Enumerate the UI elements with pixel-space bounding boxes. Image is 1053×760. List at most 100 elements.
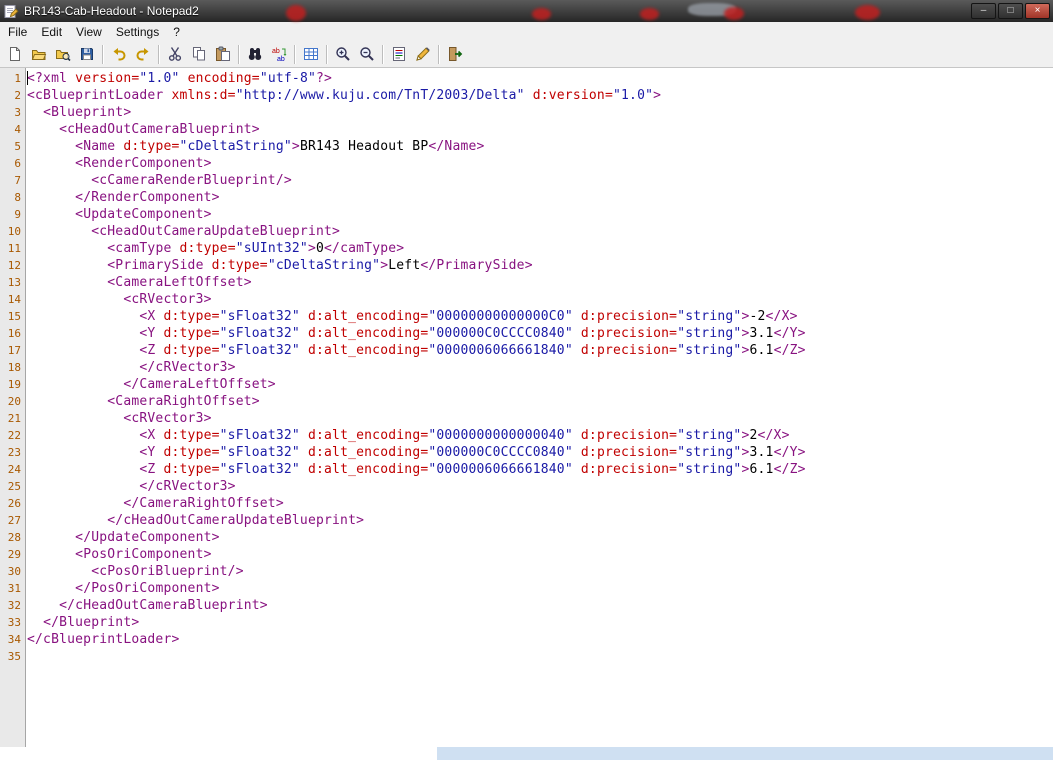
code-line-2: <cBlueprintLoader xmlns:d="http://www.ku… [27, 87, 1053, 104]
menu-help[interactable]: ? [166, 23, 187, 41]
code-line-18: </cRVector3> [27, 359, 1053, 376]
code-line-24: <Z d:type="sFloat32" d:alt_encoding="000… [27, 461, 1053, 478]
code-line-21: <cRVector3> [27, 410, 1053, 427]
code-line-17: <Z d:type="sFloat32" d:alt_encoding="000… [27, 342, 1053, 359]
toolbar-separator [438, 45, 440, 64]
customize-scheme-icon [415, 46, 431, 62]
bottom-strip-right [437, 747, 1053, 760]
code-line-20: <CameraRightOffset> [27, 393, 1053, 410]
exit-button[interactable] [443, 43, 467, 66]
view-scheme-icon [391, 46, 407, 62]
zoom-out-button[interactable] [355, 43, 379, 66]
view-scheme-button[interactable] [387, 43, 411, 66]
undo-icon [111, 46, 127, 62]
line-number: 23 [0, 444, 21, 461]
code-line-32: </cHeadOutCameraBlueprint> [27, 597, 1053, 614]
redaction-mark [855, 5, 880, 20]
code-line-10: <cHeadOutCameraUpdateBlueprint> [27, 223, 1053, 240]
window-titlebar[interactable]: BR143-Cab-Headout - Notepad2 – □ × [0, 0, 1053, 22]
save-file-icon [79, 46, 95, 62]
line-number: 26 [0, 495, 21, 512]
line-number: 18 [0, 359, 21, 376]
line-number: 16 [0, 325, 21, 342]
line-number: 24 [0, 461, 21, 478]
cut-icon [167, 46, 183, 62]
line-number: 28 [0, 529, 21, 546]
menu-view[interactable]: View [69, 23, 109, 41]
code-line-4: <cHeadOutCameraBlueprint> [27, 121, 1053, 138]
zoom-in-button[interactable] [331, 43, 355, 66]
line-number: 9 [0, 206, 21, 223]
exit-icon [447, 46, 463, 62]
line-number: 34 [0, 631, 21, 648]
text-caret [27, 71, 28, 85]
line-number: 6 [0, 155, 21, 172]
code-line-27: </cHeadOutCameraUpdateBlueprint> [27, 512, 1053, 529]
paste-icon [215, 46, 231, 62]
editor-surface[interactable]: <?xml version="1.0" encoding="utf-8"?><c… [26, 68, 1053, 747]
line-number: 11 [0, 240, 21, 257]
code-line-30: <cPosOriBlueprint/> [27, 563, 1053, 580]
zoom-in-icon [335, 46, 351, 62]
line-number: 1 [0, 70, 21, 87]
code-line-14: <cRVector3> [27, 291, 1053, 308]
code-line-6: <RenderComponent> [27, 155, 1053, 172]
toolbar-separator [238, 45, 240, 64]
menu-bar: FileEditViewSettings? [0, 22, 1053, 41]
open-file-button[interactable] [27, 43, 51, 66]
window-title: BR143-Cab-Headout - Notepad2 [24, 4, 199, 18]
paste-button[interactable] [211, 43, 235, 66]
code-line-8: </RenderComponent> [27, 189, 1053, 206]
svg-text:ab: ab [277, 56, 285, 62]
editor: 1234567891011121314151617181920212223242… [0, 68, 1053, 747]
open-file-icon [31, 46, 47, 62]
code-line-3: <Blueprint> [27, 104, 1053, 121]
code-line-26: </CameraRightOffset> [27, 495, 1053, 512]
word-wrap-button[interactable] [299, 43, 323, 66]
menu-edit[interactable]: Edit [34, 23, 69, 41]
undo-button[interactable] [107, 43, 131, 66]
line-number: 22 [0, 427, 21, 444]
line-number: 4 [0, 121, 21, 138]
line-number-gutter[interactable]: 1234567891011121314151617181920212223242… [0, 68, 26, 747]
copy-icon [191, 46, 207, 62]
line-number: 33 [0, 614, 21, 631]
customize-scheme-button[interactable] [411, 43, 435, 66]
new-file-icon [7, 46, 23, 62]
toolbar-separator [102, 45, 104, 64]
redaction-mark [724, 7, 744, 20]
redo-button[interactable] [131, 43, 155, 66]
line-number: 12 [0, 257, 21, 274]
line-number: 27 [0, 512, 21, 529]
line-number: 29 [0, 546, 21, 563]
menu-file[interactable]: File [1, 23, 34, 41]
line-number: 25 [0, 478, 21, 495]
cut-button[interactable] [163, 43, 187, 66]
replace-icon: abab [271, 46, 287, 62]
code-line-15: <X d:type="sFloat32" d:alt_encoding="000… [27, 308, 1053, 325]
close-button[interactable]: × [1025, 3, 1050, 19]
find-button[interactable] [243, 43, 267, 66]
new-file-button[interactable] [3, 43, 27, 66]
code-line-7: <cCameraRenderBlueprint/> [27, 172, 1053, 189]
browse-files-button[interactable] [51, 43, 75, 66]
code-line-5: <Name d:type="cDeltaString">BR143 Headou… [27, 138, 1053, 155]
code-line-9: <UpdateComponent> [27, 206, 1053, 223]
maximize-button[interactable]: □ [998, 3, 1023, 19]
toolbar: abab [0, 41, 1053, 68]
svg-text:ab: ab [272, 48, 280, 55]
line-number: 7 [0, 172, 21, 189]
minimize-button[interactable]: – [971, 3, 996, 19]
code-line-33: </Blueprint> [27, 614, 1053, 631]
line-number: 14 [0, 291, 21, 308]
code-line-1: <?xml version="1.0" encoding="utf-8"?> [27, 70, 1053, 87]
replace-button[interactable]: abab [267, 43, 291, 66]
copy-button[interactable] [187, 43, 211, 66]
menu-settings[interactable]: Settings [109, 23, 166, 41]
save-file-button[interactable] [75, 43, 99, 66]
code-line-34: </cBlueprintLoader> [27, 631, 1053, 648]
code-line-19: </CameraLeftOffset> [27, 376, 1053, 393]
code-line-16: <Y d:type="sFloat32" d:alt_encoding="000… [27, 325, 1053, 342]
browse-files-icon [55, 46, 71, 62]
toolbar-separator [294, 45, 296, 64]
